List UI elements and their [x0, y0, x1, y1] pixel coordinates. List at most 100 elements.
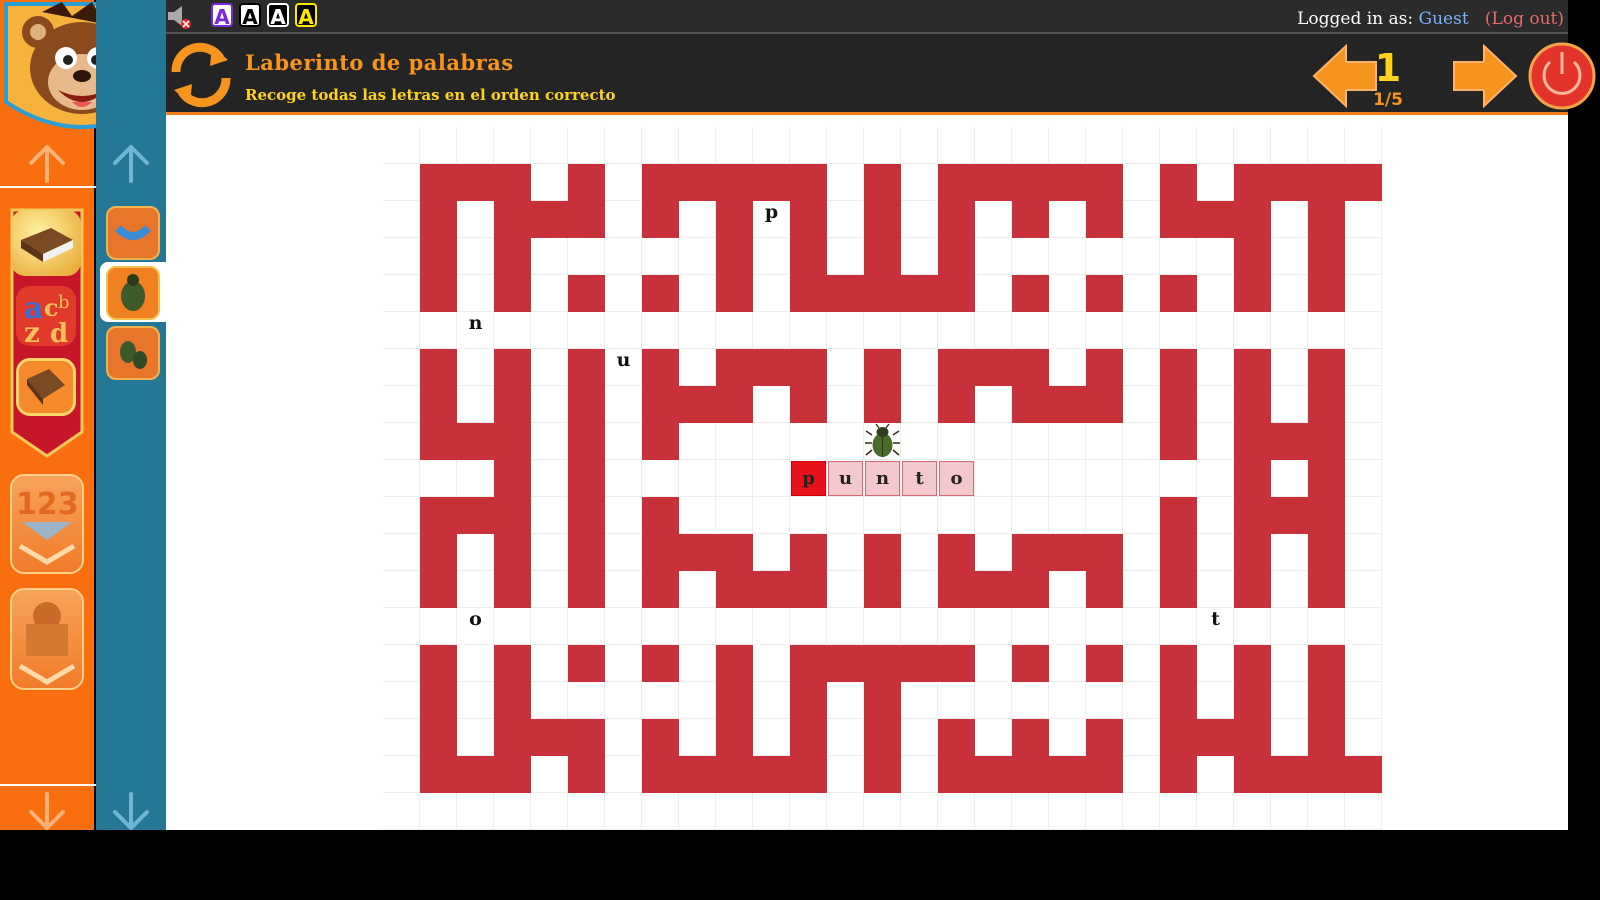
maze-wall: [938, 756, 975, 793]
maze-wall: [1012, 756, 1049, 793]
maze-path: [531, 164, 568, 201]
maze-wall: [1234, 164, 1271, 201]
maze-wall: [1160, 756, 1197, 793]
maze-wall: [864, 645, 901, 682]
maze-path: [1197, 238, 1234, 275]
maze-wall: [531, 201, 568, 238]
maze-path: [901, 608, 938, 645]
maze-wall: [494, 756, 531, 793]
font-style-button[interactable]: A: [267, 3, 289, 29]
activity-thumb-beetle[interactable]: [106, 266, 160, 320]
maze-wall: [790, 645, 827, 682]
svg-text:d: d: [50, 319, 68, 346]
scroll-down-icon[interactable]: [27, 792, 67, 832]
scroll-down-icon[interactable]: [111, 792, 151, 832]
maze-wall: [568, 645, 605, 682]
scroll-up-icon[interactable]: [27, 143, 67, 183]
login-status: Logged in as: Guest (Log out): [1297, 9, 1564, 29]
maze-wall: [1345, 756, 1382, 793]
next-arrow-icon[interactable]: [1452, 44, 1518, 108]
logout-link[interactable]: (Log out): [1485, 9, 1564, 29]
maze-letter[interactable]: o: [457, 608, 494, 645]
maze-path: [605, 164, 642, 201]
maze-path: [1345, 571, 1382, 608]
maze-path: [901, 682, 938, 719]
maze-path: [1271, 682, 1308, 719]
maze-wall: [1160, 164, 1197, 201]
maze-wall: [457, 497, 494, 534]
maze-path: [1123, 682, 1160, 719]
maze-path: [457, 645, 494, 682]
maze-wall: [1308, 682, 1345, 719]
activity-thumb-worm[interactable]: [106, 206, 160, 260]
maze-wall: [568, 201, 605, 238]
font-style-button[interactable]: A: [239, 3, 261, 29]
maze-wall: [1012, 534, 1049, 571]
category-numbers-button[interactable]: 123: [10, 474, 84, 574]
maze-path: [1345, 349, 1382, 386]
maze-path: [1049, 645, 1086, 682]
maze-path: [1160, 460, 1197, 497]
font-style-button[interactable]: A: [295, 3, 317, 29]
maze-path: [679, 682, 716, 719]
category-alphabet-button[interactable]: a c b z d: [16, 286, 76, 349]
maze-path: [827, 423, 864, 460]
maze-path: [531, 497, 568, 534]
maze-wall: [568, 386, 605, 423]
maze-path: [716, 460, 753, 497]
maze-path: [1308, 793, 1345, 830]
maze-path: [605, 571, 642, 608]
maze-path: [1234, 312, 1271, 349]
maze-path: [383, 460, 420, 497]
activity-thumb-beetles[interactable]: [106, 326, 160, 380]
maze-path: [975, 534, 1012, 571]
maze-path: [1197, 423, 1234, 460]
maze-path: [605, 756, 642, 793]
maze-wall: [642, 164, 679, 201]
category-dictionary-button[interactable]: [16, 358, 76, 416]
maze-wall: [1086, 756, 1123, 793]
maze-wall: [679, 386, 716, 423]
maze-letter[interactable]: p: [753, 201, 790, 238]
activity-sidebar: [96, 0, 166, 830]
maze-wall: [420, 386, 457, 423]
maze-letter[interactable]: u: [605, 349, 642, 386]
maze-wall: [864, 571, 901, 608]
maze-path: [568, 312, 605, 349]
maze-path: [1049, 460, 1086, 497]
maze-wall: [938, 719, 975, 756]
maze-path: [383, 682, 420, 719]
maze-path: [1197, 460, 1234, 497]
maze-letter[interactable]: t: [1197, 608, 1234, 645]
maze-wall: [1234, 719, 1271, 756]
restart-icon[interactable]: [170, 42, 232, 108]
maze-path: [1345, 312, 1382, 349]
maze-wall: [1308, 645, 1345, 682]
maze-wall: [790, 534, 827, 571]
maze-path: [938, 312, 975, 349]
maze-letter[interactable]: n: [457, 312, 494, 349]
maze-path: [1197, 164, 1234, 201]
beetle-player-icon[interactable]: [864, 423, 901, 460]
user-link[interactable]: Guest: [1419, 9, 1469, 29]
maze-path: [1197, 127, 1234, 164]
maze-path: [753, 386, 790, 423]
sound-muted-icon[interactable]: [166, 4, 194, 30]
scroll-up-icon[interactable]: [111, 143, 151, 183]
maze-path: [531, 127, 568, 164]
maze-path: [531, 312, 568, 349]
word-maze[interactable]: pnuotpunto: [383, 127, 1382, 830]
maze-path: [1197, 645, 1234, 682]
power-icon[interactable]: [1528, 42, 1596, 110]
font-style-button[interactable]: A: [211, 3, 233, 29]
maze-wall: [642, 201, 679, 238]
maze-path: [642, 793, 679, 830]
category-book-button[interactable]: [11, 210, 81, 276]
maze-path: [1012, 793, 1049, 830]
maze-path: [605, 201, 642, 238]
maze-path: [901, 201, 938, 238]
maze-path: [790, 127, 827, 164]
maze-path: [605, 460, 642, 497]
category-mascot-box-button[interactable]: [10, 588, 84, 690]
maze-wall: [568, 756, 605, 793]
